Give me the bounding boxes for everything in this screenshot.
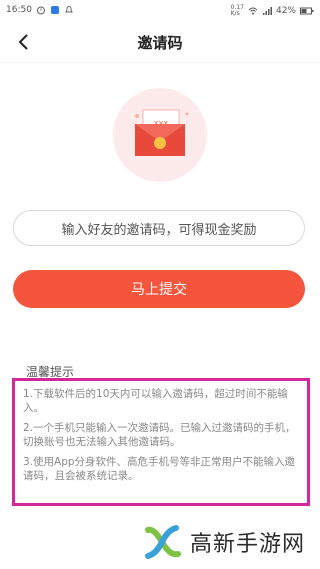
battery-percent: 42% (275, 6, 296, 16)
watermark: 高新手游网 (140, 515, 320, 569)
tips-box: 1.下载软件后的10天内可以输入邀请码，超过时间不能输入。 2.一个手机只能输入… (12, 378, 310, 506)
submit-button[interactable]: 马上提交 (13, 270, 305, 308)
tip-item-3: 3.使用App分身软件、高危手机号等非正常用户不能输入邀请码，且会被系统记录。 (23, 456, 296, 482)
page-title: 邀请码 (137, 34, 183, 52)
app-icon (50, 6, 59, 14)
red-envelope-icon: XXX (135, 109, 189, 156)
watermark-logo-icon (145, 525, 181, 559)
notification-icon (65, 6, 73, 13)
battery-icon (300, 7, 314, 15)
hero-illustration: XXX (113, 88, 207, 182)
signal-icon (262, 7, 272, 15)
invite-code-placeholder: 输入好友的邀请码，可得现金奖励 (61, 222, 257, 238)
alarm-icon (36, 6, 45, 15)
status-bar: 16:50 0.17 K/s 42% (0, 0, 320, 22)
nav-bar: 邀请码 (0, 22, 320, 63)
status-time: 16:50 (6, 5, 32, 15)
tip-item-1: 1.下载软件后的10天内可以输入邀请码，超过时间不能输入。 (23, 388, 288, 414)
wifi-icon (248, 7, 258, 15)
network-speed: 0.17 K/s (230, 4, 244, 17)
watermark-text: 高新手游网 (190, 532, 306, 557)
invite-code-input[interactable]: 输入好友的邀请码，可得现金奖励 (13, 210, 305, 246)
tip-item-2: 2.一个手机只能输入一次邀请码。已输入过邀请码的手机，切换账号也无法输入其他邀请… (23, 422, 296, 448)
